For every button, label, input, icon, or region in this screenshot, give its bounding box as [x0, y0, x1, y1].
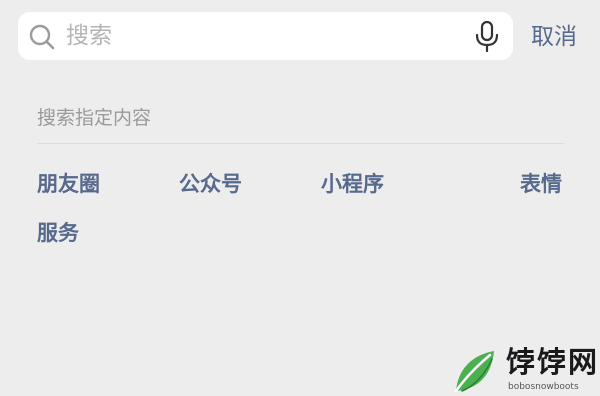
search-input[interactable] — [66, 12, 456, 60]
category-services[interactable]: 服务 — [37, 218, 79, 248]
watermark-title: 饽饽网 — [506, 345, 600, 379]
microphone-icon[interactable] — [472, 20, 502, 52]
watermark-logo: 饽饽网 bobosnowboots — [450, 343, 600, 396]
leaf-logo-icon — [454, 351, 494, 393]
search-icon — [29, 24, 55, 50]
section-title: 搜索指定内容 — [37, 107, 152, 129]
divider — [37, 143, 564, 144]
cancel-button[interactable]: 取消 — [531, 21, 577, 53]
search-bar[interactable] — [18, 12, 513, 60]
category-moments[interactable]: 朋友圈 — [37, 169, 100, 199]
category-official-accounts[interactable]: 公众号 — [179, 169, 242, 199]
watermark-subtitle: bobosnowboots — [508, 382, 579, 392]
category-mini-programs[interactable]: 小程序 — [321, 169, 384, 199]
category-stickers[interactable]: 表情 — [520, 169, 562, 199]
